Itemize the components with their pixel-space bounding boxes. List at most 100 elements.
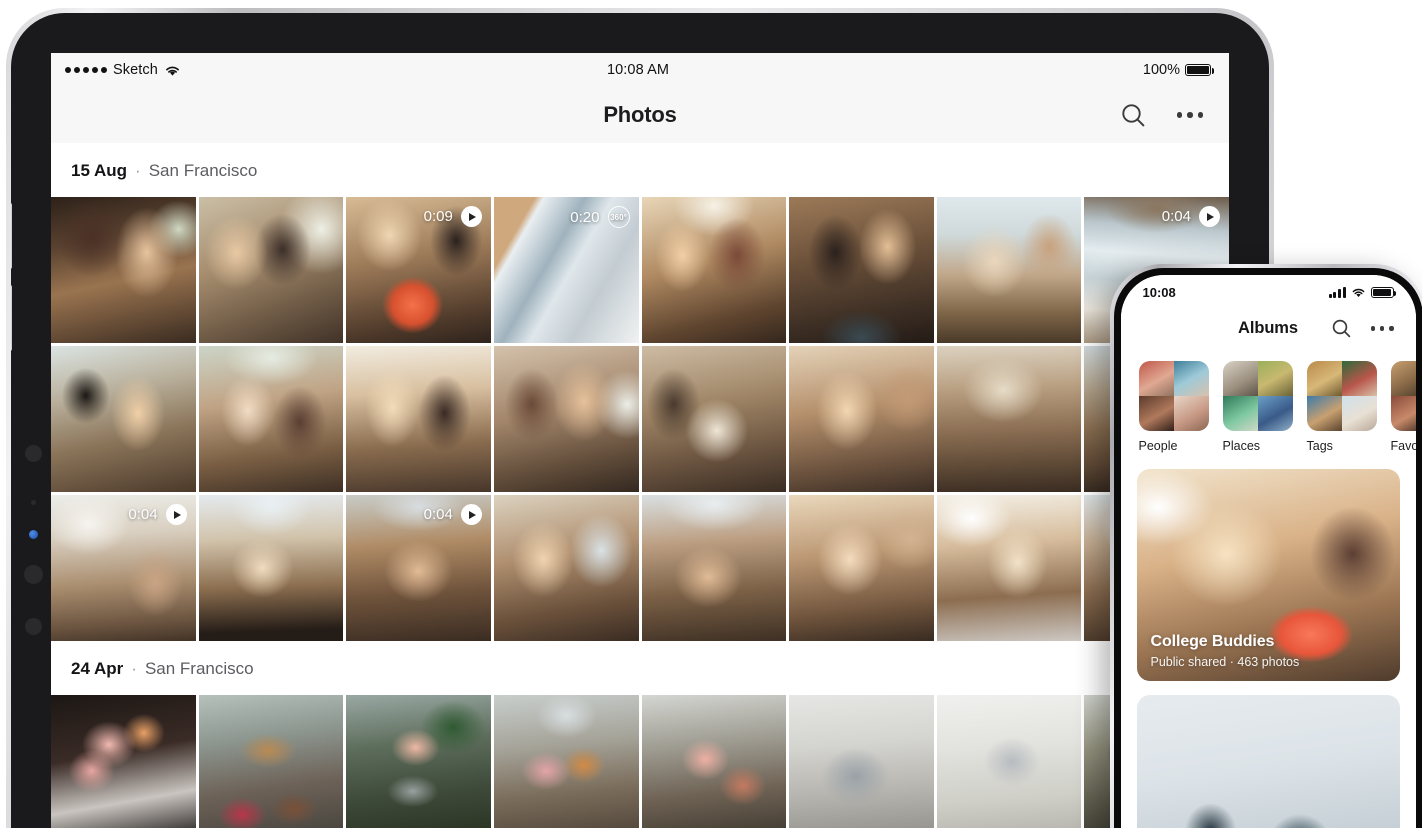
photo-tile[interactable]: 0:20 360° [494, 197, 639, 343]
page-title: Photos [51, 102, 1229, 128]
phone-nav-actions [1331, 318, 1416, 339]
category-places[interactable]: Places [1223, 361, 1293, 453]
tablet-screen: Sketch 10:08 AM 100% Ph [51, 53, 1229, 828]
album-meta: College Buddies Public shared · 463 phot… [1151, 633, 1300, 669]
video-duration: 0:04 [128, 506, 157, 523]
section-location: San Francisco [145, 659, 254, 679]
tablet-camera-sensor [25, 445, 42, 462]
section-date: 15 Aug [71, 161, 127, 181]
album-categories-row[interactable]: People Places [1121, 351, 1416, 453]
photo-tile[interactable] [199, 495, 344, 641]
photo-tile[interactable] [642, 197, 787, 343]
album-separator: · [1230, 655, 1234, 669]
video-360-icon: 360° [608, 206, 630, 228]
category-label: Tags [1307, 439, 1377, 453]
photo-tile[interactable] [51, 695, 196, 828]
phone-status-right [1329, 287, 1394, 298]
photo-tile[interactable] [642, 346, 787, 492]
photo-tile[interactable]: 0:09 [346, 197, 491, 343]
album-count: 463 photos [1237, 655, 1299, 669]
video-duration: 0:09 [424, 208, 453, 225]
video-badge: 0:04 [424, 504, 482, 525]
section-separator: · [131, 659, 137, 679]
category-people[interactable]: People [1139, 361, 1209, 453]
section-date-header-0: 15 Aug · San Francisco [51, 143, 1229, 197]
photo-tile[interactable]: 0:04 [346, 495, 491, 641]
photo-tile[interactable] [642, 495, 787, 641]
photo-tile[interactable] [494, 346, 639, 492]
photo-grid-section-0: 0:09 0:20 360° [51, 197, 1229, 641]
photo-tile[interactable] [494, 495, 639, 641]
status-right-group: 100% [669, 62, 1211, 78]
album-card[interactable] [1137, 695, 1400, 828]
album-title: College Buddies [1151, 633, 1300, 651]
search-icon[interactable] [1331, 318, 1352, 339]
wifi-icon [164, 64, 181, 77]
photo-tile[interactable] [937, 346, 1082, 492]
carrier-label: Sketch [113, 62, 158, 78]
tablet-status-led [29, 530, 38, 539]
tablet-front-camera [24, 565, 43, 584]
photo-tile[interactable]: 0:04 [51, 495, 196, 641]
category-thumbnail [1139, 361, 1209, 431]
tablet-power-button[interactable] [11, 285, 12, 351]
screenshot-stage: Sketch 10:08 AM 100% Ph [0, 0, 1422, 828]
tablet-status-bar: Sketch 10:08 AM 100% [51, 53, 1229, 87]
more-horizontal-icon[interactable] [1371, 326, 1394, 330]
photo-tile[interactable] [789, 695, 934, 828]
play-icon [461, 206, 482, 227]
category-label: Places [1223, 439, 1293, 453]
video-badge: 0:09 [424, 206, 482, 227]
search-icon[interactable] [1120, 102, 1147, 129]
status-time: 10:08 AM [607, 62, 669, 78]
photo-tile[interactable] [937, 495, 1082, 641]
photo-tile[interactable] [346, 695, 491, 828]
play-icon [461, 504, 482, 525]
photo-tile[interactable] [346, 346, 491, 492]
nav-actions [1120, 102, 1230, 129]
tablet-mic-sensor [25, 618, 42, 635]
category-favorites[interactable]: Favorites [1391, 361, 1416, 453]
photo-tile[interactable] [937, 695, 1082, 828]
category-thumbnail [1391, 361, 1416, 431]
video-badge: 0:04 [1162, 206, 1220, 227]
category-label: Favorites [1391, 439, 1416, 453]
phone-nav-bar: Albums [1121, 307, 1416, 351]
tablet-nav-bar: Photos [51, 87, 1229, 143]
category-label: People [1139, 439, 1209, 453]
section-separator: · [135, 161, 141, 181]
tablet-device: Sketch 10:08 AM 100% Ph [6, 8, 1274, 828]
photo-tile[interactable] [642, 695, 787, 828]
category-thumbnail [1307, 361, 1377, 431]
section-date-header-1: 24 Apr · San Francisco [51, 641, 1229, 695]
photo-tile[interactable] [199, 346, 344, 492]
more-horizontal-icon[interactable] [1177, 112, 1204, 118]
photo-tile[interactable] [789, 346, 934, 492]
photo-tile[interactable] [51, 346, 196, 492]
section-location: San Francisco [149, 161, 258, 181]
section-date: 24 Apr [71, 659, 123, 679]
play-icon [1199, 206, 1220, 227]
photo-tile[interactable] [494, 695, 639, 828]
battery-full-icon [1371, 287, 1394, 298]
album-card[interactable]: College Buddies Public shared · 463 phot… [1137, 469, 1400, 681]
photo-tile[interactable] [51, 197, 196, 343]
tablet-volume-button[interactable] [11, 203, 12, 269]
photo-tile[interactable] [789, 197, 934, 343]
cellular-bars-icon [1329, 287, 1346, 298]
photo-tile[interactable] [789, 495, 934, 641]
photo-grid-section-1 [51, 695, 1229, 828]
play-icon [166, 504, 187, 525]
video-duration: 0:20 [570, 209, 599, 226]
album-visibility: Public shared [1151, 655, 1227, 669]
phone-status-bar: 10:08 [1121, 275, 1416, 307]
video-duration: 0:04 [1162, 208, 1191, 225]
photo-tile[interactable] [937, 197, 1082, 343]
album-subtitle: Public shared · 463 photos [1151, 655, 1300, 669]
photo-tile[interactable] [199, 695, 344, 828]
category-tags[interactable]: Tags [1307, 361, 1377, 453]
tablet-bezel: Sketch 10:08 AM 100% Ph [11, 13, 1269, 828]
battery-full-icon [1185, 64, 1211, 76]
photo-tile[interactable] [199, 197, 344, 343]
tablet-ambient-sensor [31, 500, 36, 505]
